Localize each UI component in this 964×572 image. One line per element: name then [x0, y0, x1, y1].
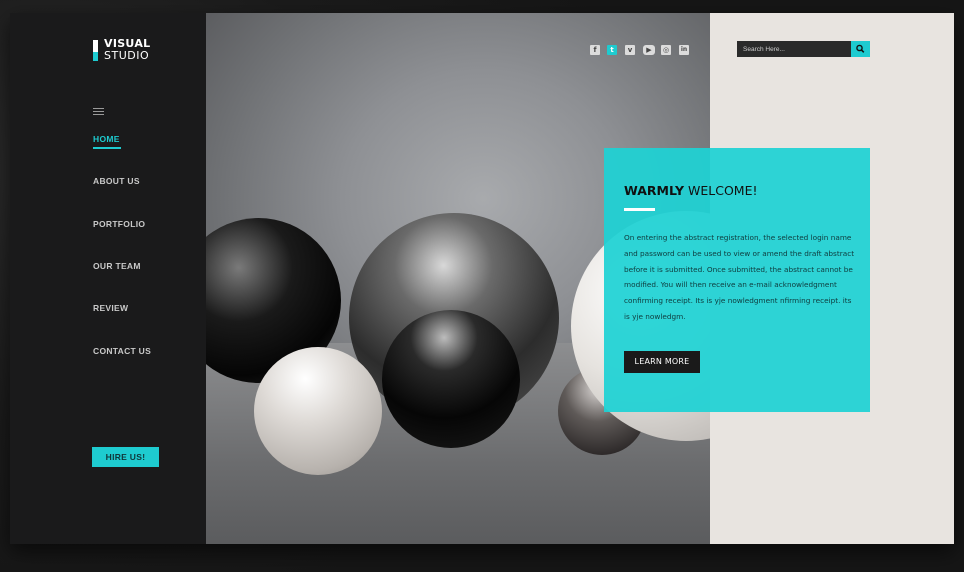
- linkedin-icon[interactable]: in: [679, 45, 689, 55]
- website-mockup: VISUAL STUDIO HOME ABOUT US PORTFOLIO OU…: [10, 13, 954, 544]
- nav-item-review[interactable]: REVIEW: [93, 303, 128, 313]
- learn-more-button[interactable]: LEARN MORE: [624, 351, 700, 373]
- welcome-title: WARMLY WELCOME!: [624, 183, 758, 198]
- nav-item-contact-us[interactable]: CONTACT US: [93, 346, 151, 356]
- hero-sphere: [382, 310, 520, 448]
- hire-us-button[interactable]: HIRE US!: [92, 447, 159, 467]
- facebook-icon[interactable]: f: [590, 45, 600, 55]
- nav-item-about-us[interactable]: ABOUT US: [93, 176, 140, 186]
- welcome-body: On entering the abstract registration, t…: [624, 233, 855, 321]
- twitter-icon[interactable]: t: [607, 45, 617, 55]
- nav-item-home[interactable]: HOME: [93, 134, 121, 149]
- welcome-title-bold: WARMLY: [624, 183, 685, 198]
- welcome-title-rest: WELCOME!: [684, 183, 758, 198]
- nav-item-portfolio[interactable]: PORTFOLIO: [93, 219, 145, 229]
- search-input[interactable]: [737, 41, 851, 57]
- hamburger-menu-icon[interactable]: [93, 108, 104, 115]
- instagram-icon[interactable]: ◎: [661, 45, 671, 55]
- logo-text: VISUAL STUDIO: [104, 38, 150, 62]
- vimeo-icon[interactable]: v: [625, 45, 635, 55]
- logo-mark-icon: [93, 40, 98, 61]
- hero-sphere: [254, 347, 382, 475]
- logo[interactable]: VISUAL STUDIO: [93, 38, 183, 64]
- youtube-icon[interactable]: ▶: [643, 45, 655, 55]
- search-icon: [856, 44, 865, 53]
- search-box: [737, 41, 870, 57]
- nav-item-our-team[interactable]: OUR TEAM: [93, 261, 141, 271]
- logo-line2: STUDIO: [104, 49, 150, 62]
- search-button[interactable]: [851, 41, 870, 57]
- title-underline: [624, 208, 655, 211]
- sidebar: VISUAL STUDIO HOME ABOUT US PORTFOLIO OU…: [10, 13, 206, 544]
- welcome-card: WARMLY WELCOME! On entering the abstract…: [604, 148, 870, 412]
